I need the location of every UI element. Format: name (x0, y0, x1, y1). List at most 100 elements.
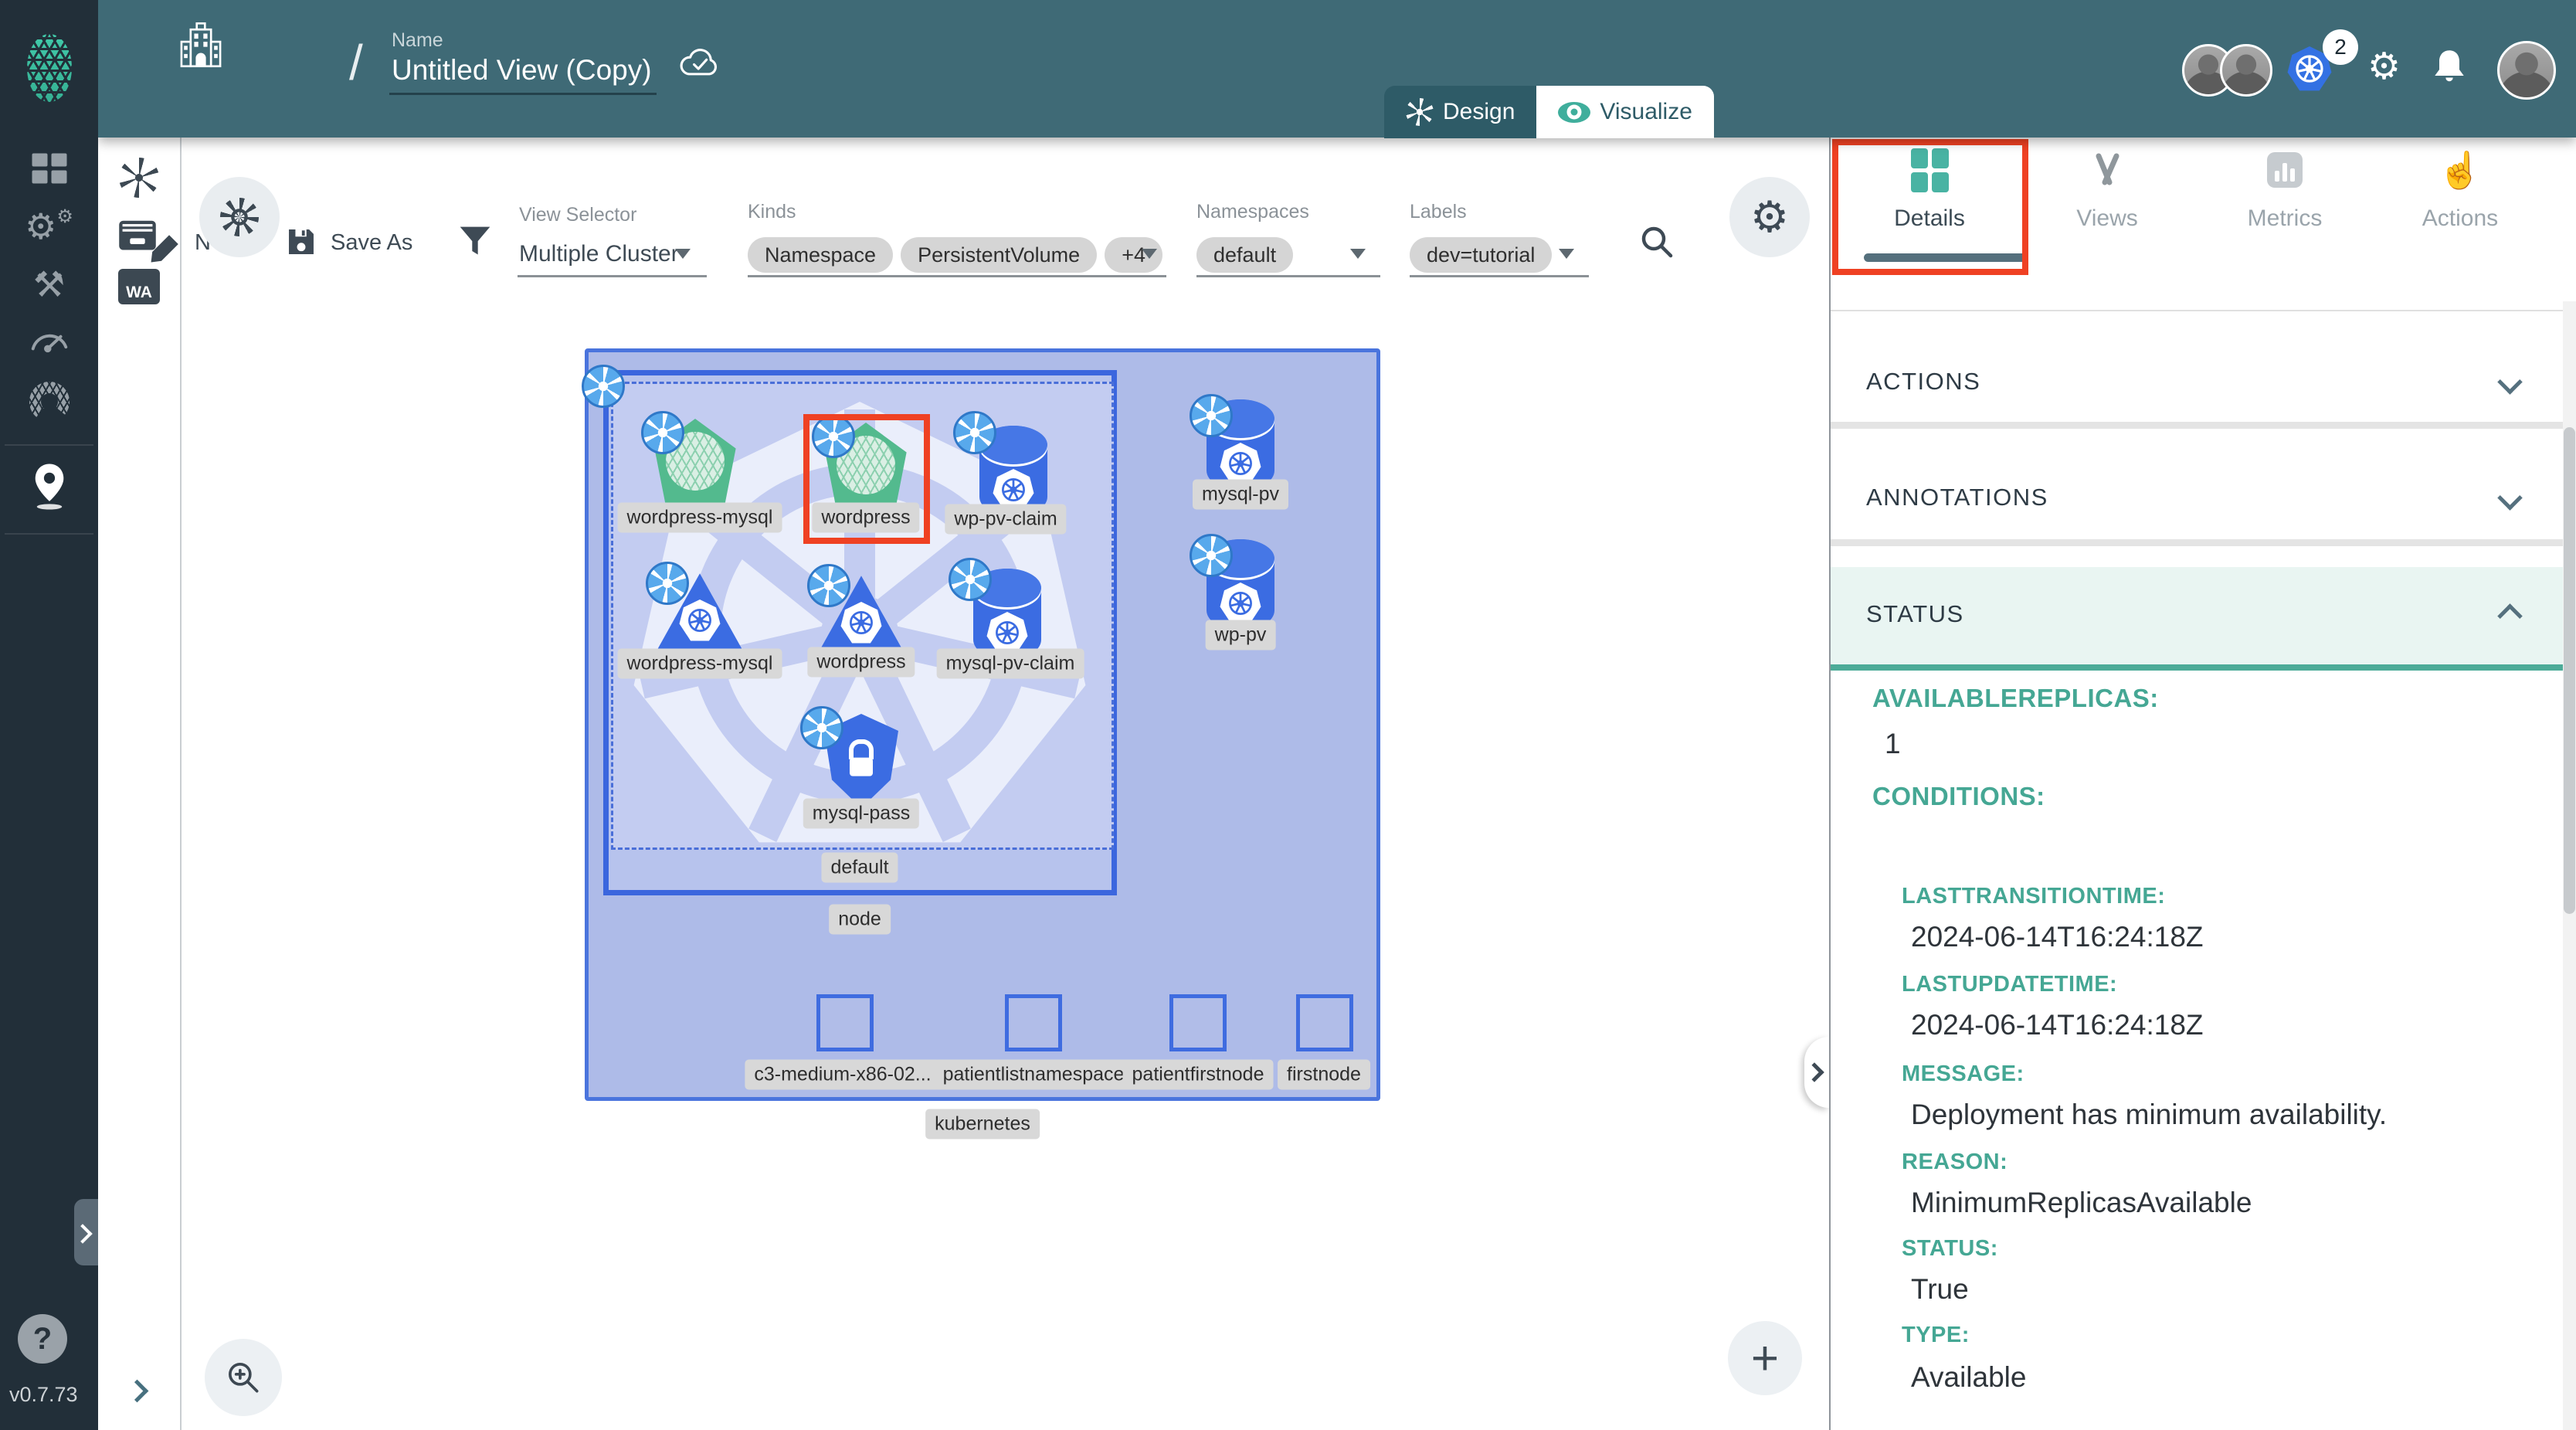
save-as-icon[interactable] (285, 226, 317, 262)
node-label: mysql-pv-claim (937, 649, 1084, 679)
kinds-label: Kinds (748, 201, 796, 223)
search-icon[interactable] (1638, 222, 1676, 265)
sidebar-divider (5, 533, 93, 535)
node-label: wp-pv (1206, 620, 1276, 650)
node-label: patientlistnamespace (934, 1060, 1134, 1090)
panel-scrollbar-thumb[interactable] (2564, 427, 2575, 914)
status-key: LASTTRANSITIONTIME: (1902, 884, 2165, 909)
status-key: STATUS: (1902, 1236, 1998, 1262)
panel-collapse-button[interactable] (1804, 1037, 1829, 1108)
status-value: 2024-06-14T16:24:18Z (1911, 1009, 2204, 1041)
annotation-highlight-wordpress (803, 414, 930, 544)
name-field-label: Name (392, 29, 443, 52)
component-drag-overlay[interactable] (199, 177, 280, 257)
rail-expand-chevron-icon[interactable] (129, 1383, 145, 1403)
collaborator-avatar[interactable] (2220, 44, 2272, 97)
annotations-chevron-down-icon[interactable] (2497, 485, 2523, 511)
node-label: c3-medium-x86-02... (745, 1060, 940, 1090)
machine-node[interactable] (1005, 994, 1062, 1051)
add-node-button[interactable]: + (1728, 1321, 1802, 1395)
lifecycle-gear-icon[interactable]: ⚙⚙ (25, 205, 73, 247)
status-key: MESSAGE: (1902, 1061, 2024, 1087)
performance-gauge-icon[interactable] (28, 325, 71, 357)
organization-building-icon[interactable] (175, 19, 226, 74)
node-label: wordpress-mysql (618, 503, 782, 533)
edit-pencil-icon[interactable] (149, 232, 182, 268)
node-label: patientfirstnode (1123, 1060, 1274, 1090)
kanvas-pin-icon[interactable] (29, 463, 70, 515)
node-boundary-label: node (829, 905, 891, 935)
tab-design[interactable]: Design (1384, 86, 1536, 138)
status-key: TYPE: (1902, 1323, 1970, 1348)
extensions-icon[interactable] (29, 382, 70, 422)
cluster-label: kubernetes (925, 1109, 1040, 1140)
node-label: wp-pv-claim (945, 504, 1066, 535)
component-flower-icon (220, 198, 259, 236)
labels-chip-row: dev=tutorial (1410, 237, 1560, 273)
settings-gear-icon[interactable]: ⚙ (2367, 45, 2401, 88)
status-key: REASON: (1902, 1150, 2008, 1175)
tab-metrics[interactable]: Metrics (2200, 145, 2370, 232)
section-status-title: STATUS (1866, 600, 1964, 628)
canvas-gear-icon: ⚙ (1729, 177, 1810, 257)
sidebar-expand-button[interactable] (74, 1199, 98, 1265)
notifications-bell-icon[interactable] (2429, 46, 2469, 90)
tab-views[interactable]: Views (2022, 145, 2192, 232)
tab-actions[interactable]: ☝ Actions (2375, 145, 2545, 232)
help-button[interactable]: ? (18, 1314, 67, 1364)
tab-visualize[interactable]: Visualize (1536, 86, 1714, 138)
status-key: CONDITIONS: (1872, 782, 2045, 811)
wasm-filter-icon[interactable]: WA (118, 269, 160, 304)
tab-label: Actions (2375, 205, 2545, 232)
namespaces-underline (1196, 275, 1380, 277)
view-selector-caret-icon[interactable] (675, 249, 691, 259)
section-actions-title: ACTIONS (1866, 368, 1980, 396)
status-value: MinimumReplicasAvailable (1911, 1187, 2252, 1219)
view-name-input[interactable] (389, 54, 657, 95)
meshery-badge-icon (641, 411, 684, 454)
meshery-badge-icon (800, 706, 843, 749)
tab-label: Views (2022, 205, 2192, 232)
design-spiral-icon[interactable] (119, 158, 159, 198)
top-header: / Name Design Visualize 2 ⚙ (98, 0, 2576, 138)
actions-chevron-down-icon[interactable] (2497, 369, 2523, 395)
meshery-logo-icon[interactable] (27, 34, 72, 102)
kinds-caret-icon[interactable] (1142, 249, 1157, 259)
annotation-highlight-details-tab (1832, 139, 2028, 275)
node-label: mysql-pass (803, 799, 919, 829)
app-root: ⚙⚙ ⚒ ? v0.7.73 (0, 0, 2576, 1430)
metrics-bars-icon (2200, 145, 2370, 195)
configuration-tools-icon[interactable]: ⚒ (33, 263, 65, 305)
labels-label: Labels (1410, 201, 1467, 223)
design-mode-icon (1406, 98, 1434, 126)
machine-node[interactable] (816, 994, 874, 1051)
namespaces-caret-icon[interactable] (1350, 249, 1366, 259)
zoom-in-button[interactable] (205, 1339, 282, 1416)
section-annotations-title: ANNOTATIONS (1866, 484, 2048, 511)
breadcrumb-separator: / (349, 34, 363, 91)
cloud-saved-icon (676, 45, 724, 84)
namespace-chip[interactable]: default (1196, 237, 1293, 273)
meshery-badge-icon (807, 564, 850, 607)
view-selector-value[interactable]: Multiple Cluster (519, 241, 679, 267)
tab-label: Metrics (2200, 205, 2370, 232)
label-chip[interactable]: dev=tutorial (1410, 237, 1552, 273)
machine-node[interactable] (1296, 994, 1353, 1051)
section-divider (1831, 539, 2563, 546)
filter-funnel-icon[interactable] (457, 224, 493, 263)
namespaces-label: Namespaces (1196, 201, 1309, 223)
node-label: wordpress (807, 647, 915, 678)
user-avatar[interactable] (2497, 41, 2556, 100)
status-value: Deployment has minimum availability. (1911, 1099, 2387, 1131)
kind-chip[interactable]: Namespace (748, 237, 893, 273)
dashboard-icon[interactable] (32, 154, 66, 184)
meshery-badge-icon (949, 558, 992, 601)
save-as-button[interactable]: Save As (331, 230, 412, 256)
canvas-settings-button[interactable]: ⚙ (1729, 177, 1810, 257)
machine-node[interactable] (1169, 994, 1227, 1051)
labels-caret-icon[interactable] (1559, 249, 1574, 259)
view-selector-underline (518, 275, 707, 277)
kind-chip[interactable]: PersistentVolume (901, 237, 1097, 273)
namespace-label: default (821, 853, 898, 883)
left-sidebar: ⚙⚙ ⚒ ? v0.7.73 (0, 0, 98, 1430)
